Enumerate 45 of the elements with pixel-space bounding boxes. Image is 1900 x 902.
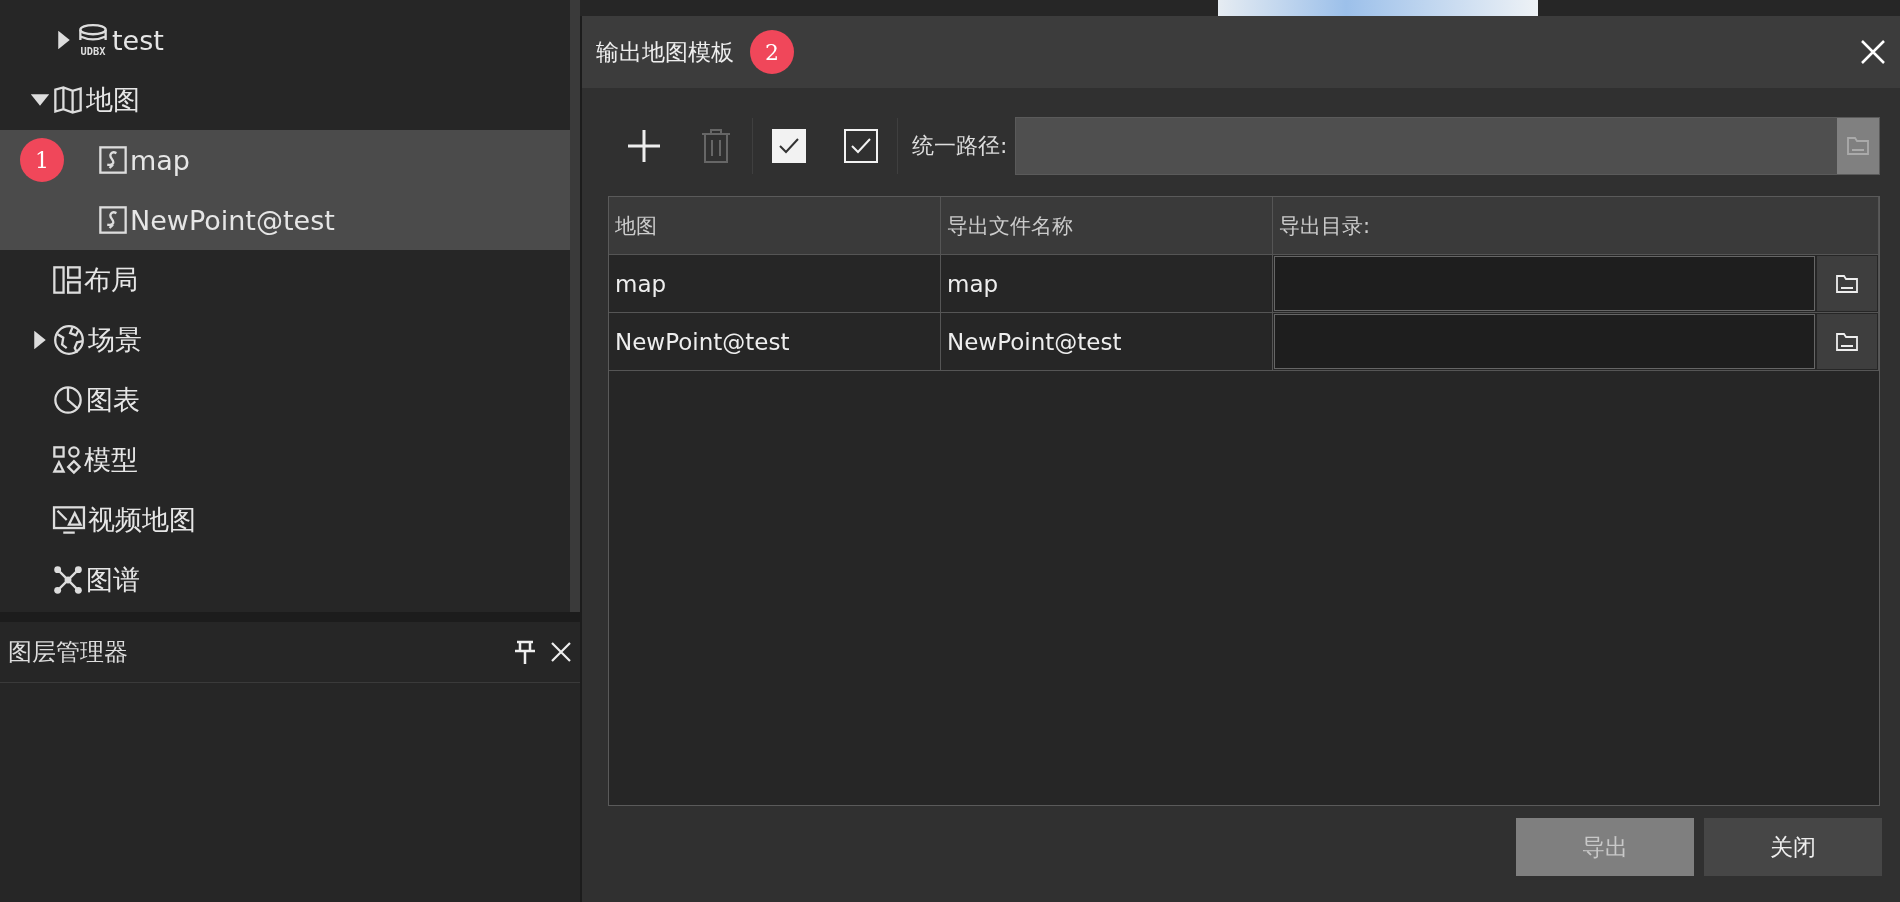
tree-item[interactable]: 视频地图 [0,490,570,550]
close-button[interactable]: 关闭 [1704,818,1882,876]
checkbox[interactable] [844,129,878,163]
collapsed-arrow-icon[interactable] [33,330,47,350]
tree-item[interactable]: 图表 [0,370,570,430]
browse-button[interactable] [1817,256,1877,311]
folder-icon [1835,273,1859,294]
tree-item[interactable]: 地图 [0,70,570,130]
close-icon[interactable] [550,641,572,663]
pie-chart-icon [51,383,85,417]
column-header: 导出目录: [1273,197,1879,255]
directory-field[interactable] [1274,256,1815,311]
add-icon[interactable] [627,129,661,163]
step-marker: 2 [750,30,794,74]
video-map-icon [51,503,87,537]
layout-icon [52,265,82,295]
tree-item[interactable]: 布局 [0,250,570,310]
tree-item[interactable]: NewPoint@test [0,190,570,250]
browse-button[interactable] [1817,314,1877,369]
expanded-arrow-icon[interactable] [30,93,50,107]
path-label: 统一路径: [912,132,1008,160]
directory-field[interactable] [1274,314,1815,369]
folder-icon [1846,136,1870,156]
dialog-title: 输出地图模板 [596,37,734,67]
collapsed-arrow-icon[interactable] [57,30,71,50]
column-header: 地图 [609,197,941,255]
table-cell: NewPoint@test [609,313,941,371]
map-document-icon [98,205,128,235]
table-cell: map [609,255,941,313]
tree-item[interactable]: UDBX test [0,10,570,70]
tree-item[interactable]: 场景 [0,310,570,370]
network-icon [51,563,85,597]
tree-item[interactable]: 模型 [0,430,570,490]
pin-icon[interactable] [514,639,536,665]
globe-icon [51,322,87,358]
folder-icon [1835,331,1859,352]
checkbox[interactable] [772,129,806,163]
map-icon [51,83,85,117]
panel-title: 图层管理器 [8,637,129,668]
shapes-icon [52,445,82,475]
map-document-icon [98,145,128,175]
table-cell: NewPoint@test [941,313,1273,371]
column-header: 导出文件名称 [941,197,1273,255]
tree-item[interactable]: 图谱 [0,550,570,610]
table-cell: map [941,255,1273,313]
